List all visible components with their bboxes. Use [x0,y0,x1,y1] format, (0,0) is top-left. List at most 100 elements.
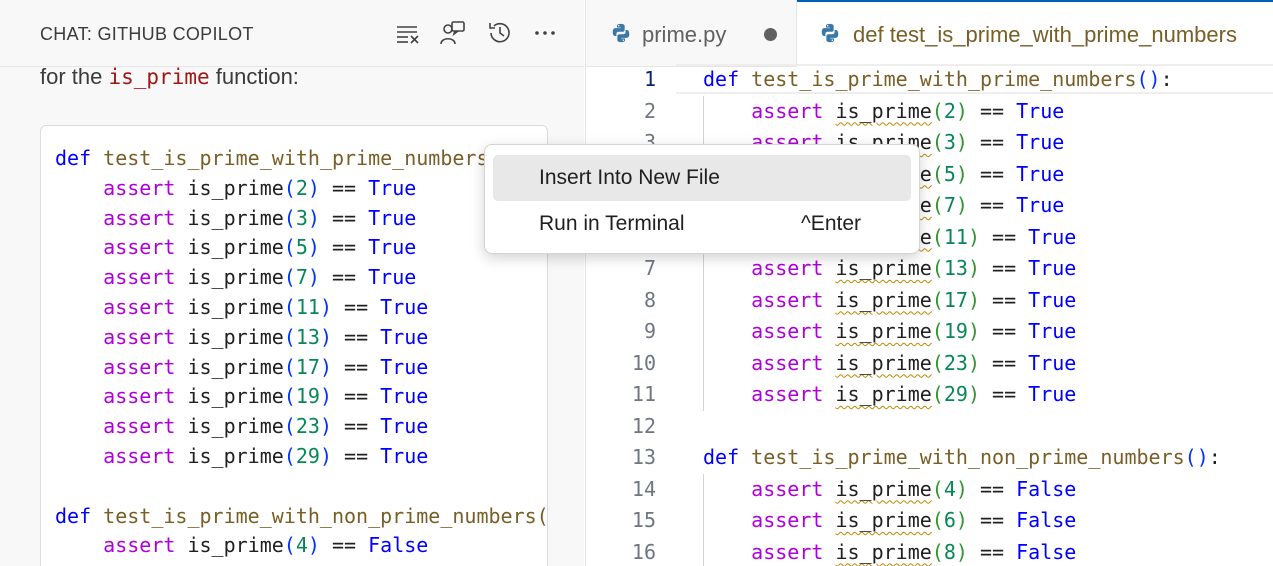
number: 5 [295,235,308,260]
number: 13 [295,324,320,349]
undefined-name: is_prime [835,382,932,406]
boolean: True [368,205,417,230]
keyword: assert [103,443,176,468]
function-name: test_is_prime_with_non_prime_numbers(): [103,503,548,528]
menu-item-run-in-terminal[interactable]: Run in Terminal ^Enter [493,201,911,247]
paren: ) [307,533,320,558]
boolean: True [380,354,429,379]
operator: == [979,224,1029,249]
undefined-name: is_prime [835,476,932,501]
line-number: 13 [631,445,656,469]
code-block[interactable]: def test_is_prime_with_prime_numbers(): … [40,125,548,566]
paren: ( [283,533,296,558]
paren: ) [967,382,980,406]
paren: ( [931,193,944,217]
paren: ( [283,235,296,260]
call: is_prime [175,414,284,439]
unsaved-dot-icon[interactable] [764,28,777,41]
function-name: test_is_prime_with_prime_numbers(): [103,146,525,170]
number: 3 [943,130,956,154]
paren: ( [931,256,944,280]
tab-prime-py[interactable]: prime.py [586,0,797,66]
boolean: True [1028,382,1077,406]
keyword: def [703,445,752,469]
boolean: True [1028,287,1077,312]
operator: == [979,287,1029,312]
more-icon[interactable] [532,19,560,47]
call: is_prime [175,205,284,230]
boolean: True [1028,224,1077,249]
paren: ) [955,98,968,123]
boolean: True [1016,130,1065,154]
editor-code-line: assert is_prime(29) == True [703,382,1076,406]
undefined-name: is_prime [835,539,932,564]
operator: == [967,508,1017,532]
operator: == [331,324,381,349]
paren: ( [283,265,296,290]
code-line: def test_is_prime_with_non_prime_numbers… [55,502,548,532]
operator: == [967,476,1017,501]
keyword: def [55,503,104,528]
keyword: assert [751,539,824,564]
paren: ( [283,205,296,230]
chat-header: CHAT: GITHUB COPILOT [0,0,584,67]
number: 23 [943,350,968,375]
editor-code-line: def test_is_prime_with_non_prime_numbers… [703,445,1221,469]
boolean: True [368,175,417,200]
boolean: True [380,414,429,439]
code-line: assert is_prime(11) == True [55,293,547,323]
line-number: 16 [631,539,656,564]
call: is_prime [175,354,284,379]
undefined-name: is_prime [835,287,932,312]
paren: ( [931,508,944,532]
operator: == [967,130,1017,154]
history-icon[interactable] [486,19,514,47]
clear-list-icon[interactable] [394,19,422,47]
number: 29 [295,443,320,468]
boolean: True [1016,98,1065,123]
boolean: False [1016,539,1077,564]
tab-bar: prime.py def test_is_prime_with_prime_nu… [586,0,1273,67]
python-icon [612,23,630,43]
paren: ) [955,193,968,217]
paren: ) [319,324,332,349]
paren: ( [283,294,296,319]
number: 2 [295,175,308,200]
keyword: assert [751,256,824,280]
call: is_prime [175,384,284,409]
paren: ( [931,319,944,343]
keyword: def [703,67,752,91]
paren: ( [931,539,944,564]
undefined-name: is_prime [835,256,932,280]
menu-item-insert-into-new-file[interactable]: Insert Into New File [493,155,911,201]
line-number: 2 [643,98,656,123]
number: 7 [295,265,308,290]
number: 17 [943,287,968,312]
number: 19 [295,384,320,409]
line-number: 7 [643,256,656,280]
feedback-icon[interactable] [439,19,467,47]
number: 13 [943,256,968,280]
keyword: assert [751,508,824,532]
number: 8 [943,539,956,564]
chat-title: CHAT: GITHUB COPILOT [40,24,254,44]
paren: ) [955,130,968,154]
boolean: True [1028,256,1077,280]
paren: ) [955,161,968,186]
paren: ) [307,175,320,200]
tab-untitled-active[interactable]: def test_is_prime_with_prime_numbers [797,0,1273,67]
line-number: 8 [643,287,656,312]
boolean: True [380,294,429,319]
keyword: assert [103,265,176,290]
